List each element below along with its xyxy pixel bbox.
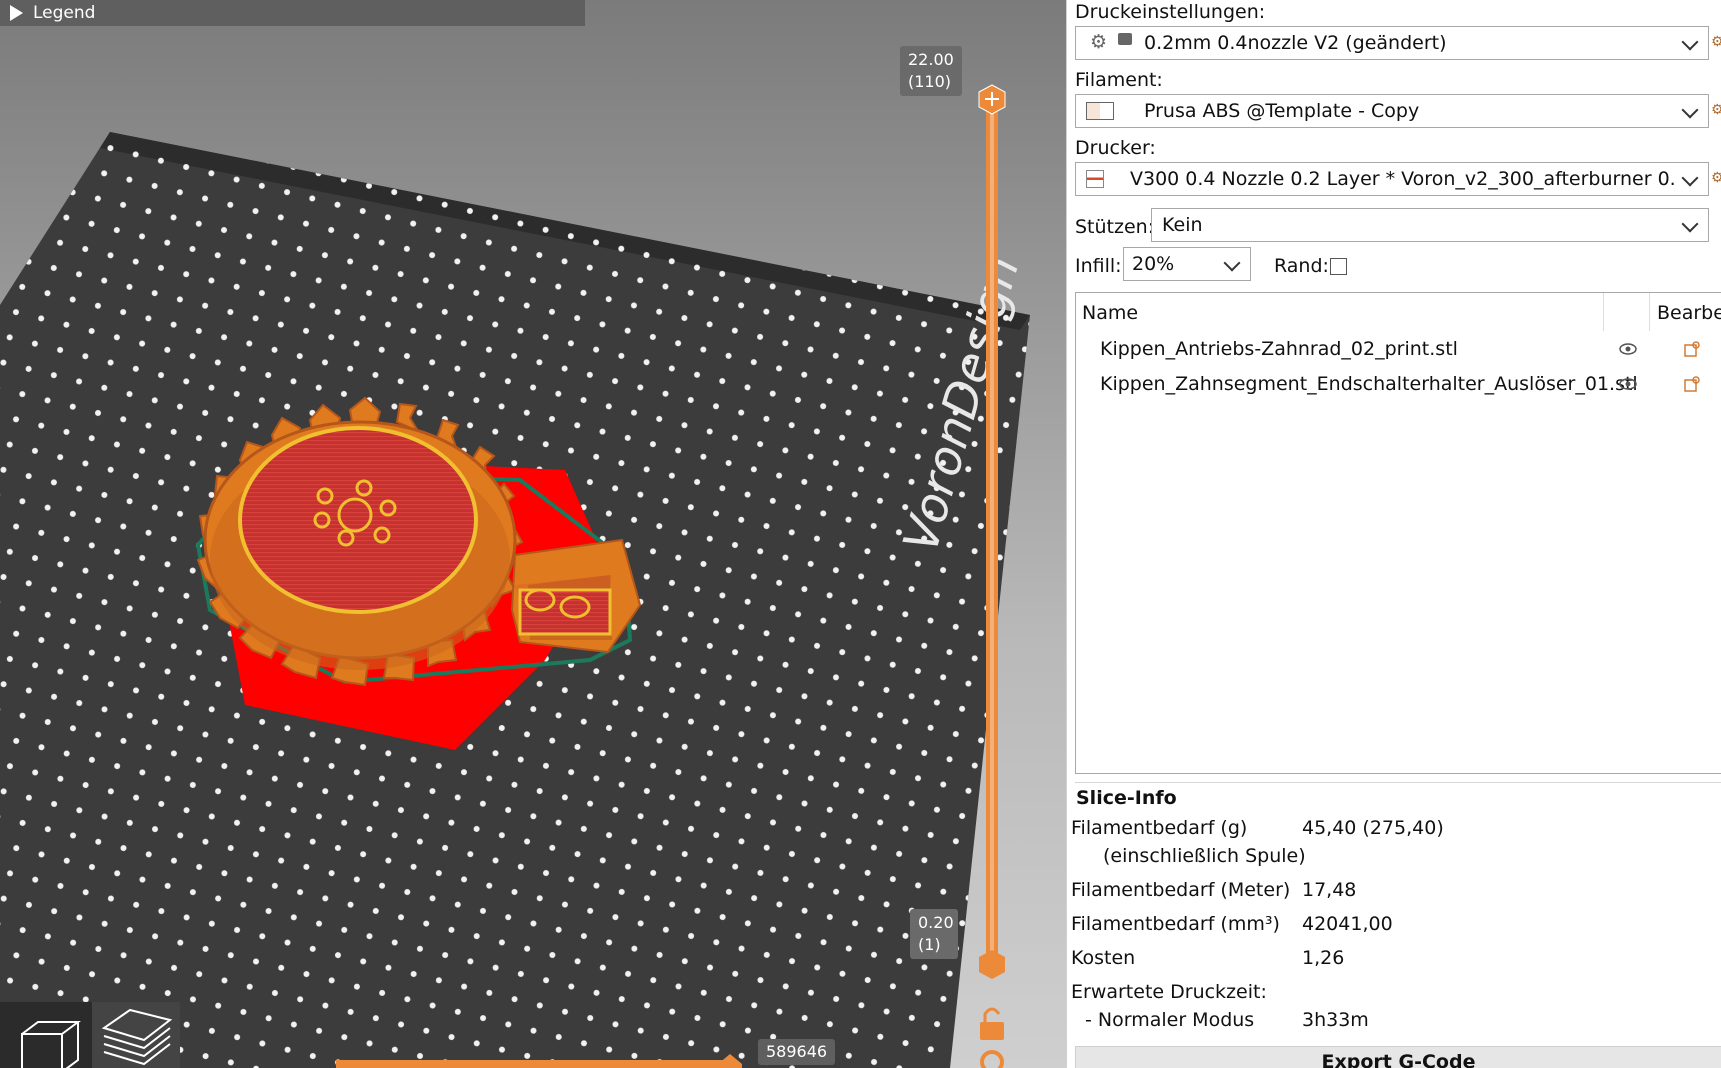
expand-triangle-icon	[10, 5, 23, 21]
print-time-label: Erwartete Druckzeit:	[1071, 981, 1267, 1003]
lock-icon	[1118, 33, 1132, 45]
infill-label: Infill:	[1075, 255, 1122, 277]
legend-toggle[interactable]: Legend	[0, 0, 585, 26]
view-mode-toggle	[0, 1002, 180, 1068]
slice-info-section: Slice-Info Filamentbedarf (g) (einschlie…	[1071, 782, 1721, 1040]
cube-icon	[21, 1021, 81, 1068]
list-item[interactable]: Kippen_Zahnsegment_Endschalterhalter_Aus…	[1076, 368, 1721, 402]
filament-select[interactable]: Prusa ABS @Template - Copy	[1075, 94, 1709, 128]
edit-icon[interactable]	[1683, 375, 1701, 393]
move-count-label: 589646	[758, 1039, 836, 1065]
3d-viewport[interactable]: VoronDesign Legend 22.00 (110) 0.20 (1) …	[0, 0, 1066, 1068]
eye-icon[interactable]	[1619, 378, 1637, 390]
filament-label: Filament:	[1075, 69, 1163, 91]
layers-icon	[101, 1008, 173, 1066]
chevron-down-icon	[1681, 169, 1699, 187]
filament-g-sub: (einschließlich Spule)	[1103, 845, 1306, 867]
column-edit[interactable]: Bearbe...	[1657, 302, 1721, 324]
filament-value: Prusa ABS @Template - Copy	[1144, 100, 1420, 122]
brim-checkbox[interactable]	[1330, 258, 1347, 275]
slice-info-title: Slice-Info	[1076, 787, 1177, 809]
legend-label: Legend	[33, 3, 96, 23]
cost-value: 1,26	[1302, 947, 1345, 969]
top-layer-number: (110)	[908, 72, 952, 91]
supports-select[interactable]: Kein	[1151, 208, 1709, 242]
top-layer-height: 22.00	[908, 50, 954, 69]
brim-label: Rand:	[1274, 255, 1329, 277]
supports-label: Stützen:	[1075, 216, 1155, 238]
bottom-layer-height: 0.20	[918, 913, 954, 932]
object-name: Kippen_Antriebs-Zahnrad_02_print.stl	[1100, 338, 1458, 360]
slider-bottom-thumb	[979, 950, 1005, 979]
list-item[interactable]: Kippen_Antriebs-Zahnrad_02_print.stl	[1076, 333, 1721, 367]
eye-icon[interactable]	[1619, 343, 1637, 355]
filament-m-value: 17,48	[1302, 879, 1357, 901]
export-gcode-button[interactable]: Export G-Code	[1075, 1046, 1721, 1068]
gear-icon[interactable]: ⚙	[1711, 170, 1721, 190]
chevron-down-icon	[1681, 215, 1699, 233]
normal-mode-value: 3h33m	[1302, 1009, 1369, 1031]
edit-icon[interactable]	[1683, 340, 1701, 358]
view-layers-button[interactable]	[92, 1002, 180, 1068]
chevron-down-icon	[1681, 33, 1699, 51]
gear-icon[interactable]: ⚙	[1711, 102, 1721, 122]
printer-icon	[1086, 170, 1104, 188]
filament-mm3-value: 42041,00	[1302, 913, 1393, 935]
bottom-layer-label: 0.20 (1)	[910, 909, 958, 959]
filament-g-value: 45,40 (275,40)	[1302, 817, 1444, 839]
chevron-down-icon	[1223, 254, 1241, 272]
printer-value: V300 0.4 Nozzle 0.2 Layer * Voron_v2_300…	[1130, 168, 1675, 190]
bed-scene[interactable]: VoronDesign	[0, 0, 1066, 1068]
cost-label: Kosten	[1071, 947, 1136, 969]
infill-value: 20%	[1132, 253, 1175, 275]
column-name[interactable]: Name	[1082, 302, 1138, 324]
filament-color-swatch	[1086, 102, 1114, 120]
view-3d-button[interactable]	[0, 1002, 92, 1068]
cog-icon: ⚙	[1090, 31, 1108, 53]
filament-g-label: Filamentbedarf (g)	[1071, 817, 1248, 839]
filament-m-label: Filamentbedarf (Meter)	[1071, 879, 1291, 901]
cog-icon[interactable]	[980, 1050, 1004, 1068]
lock-icon[interactable]	[980, 1007, 1004, 1040]
column-divider	[1603, 293, 1604, 331]
column-divider	[1649, 293, 1650, 331]
normal-mode-label: - Normaler Modus	[1085, 1009, 1255, 1031]
gear-icon[interactable]: ⚙	[1711, 34, 1721, 54]
object-list[interactable]: Name Bearbe... Kippen_Antriebs-Zahnrad_0…	[1075, 292, 1721, 774]
object-name: Kippen_Zahnsegment_Endschalterhalter_Aus…	[1100, 373, 1638, 395]
bottom-layer-number: (1)	[918, 935, 941, 954]
chevron-down-icon	[1681, 101, 1699, 119]
infill-select[interactable]: 20%	[1123, 247, 1251, 281]
print-settings-select[interactable]: ⚙ 0.2mm 0.4nozzle V2 (geändert)	[1075, 26, 1709, 60]
print-settings-label: Druckeinstellungen:	[1075, 1, 1266, 23]
printer-select[interactable]: V300 0.4 Nozzle 0.2 Layer * Voron_v2_300…	[1075, 162, 1709, 196]
object-list-header: Name Bearbe...	[1076, 293, 1721, 331]
top-layer-label: 22.00 (110)	[900, 46, 962, 96]
supports-value: Kein	[1162, 214, 1203, 236]
print-settings-value: 0.2mm 0.4nozzle V2 (geändert)	[1144, 32, 1447, 54]
filament-mm3-label: Filamentbedarf (mm³)	[1071, 913, 1280, 935]
printer-label: Drucker:	[1075, 137, 1156, 159]
settings-panel: Druckeinstellungen: ⚙ 0.2mm 0.4nozzle V2…	[1066, 0, 1721, 1068]
